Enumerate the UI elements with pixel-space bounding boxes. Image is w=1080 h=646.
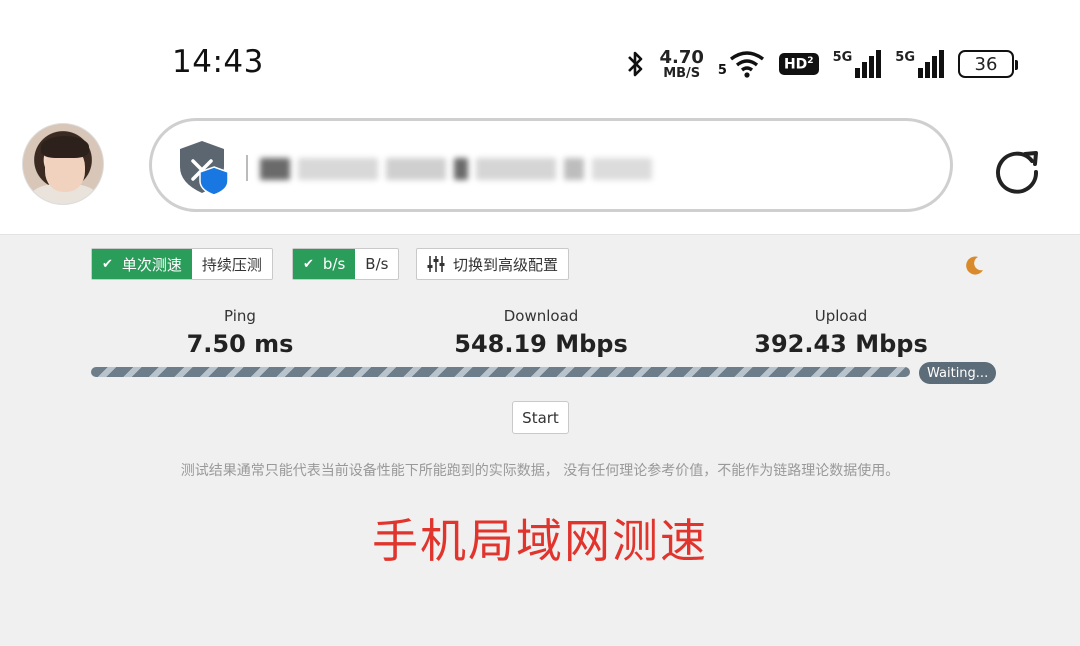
battery-level: 36 <box>974 53 998 75</box>
mode-toggle: ✔ 单次测速 持续压测 <box>91 248 273 280</box>
hd-sub: 2 <box>807 55 814 66</box>
download-metric: Download 548.19 Mbps <box>391 307 691 358</box>
net-speed-value: 4.70 <box>659 46 704 68</box>
mode-single-button[interactable]: ✔ 单次测速 <box>92 249 192 279</box>
ping-value: 7.50 ms <box>186 330 294 358</box>
speedtest-content: ✔ 单次测速 持续压测 ✔ b/s B/s 切换到高级配置 Ping 7.50 … <box>0 234 1080 646</box>
start-button[interactable]: Start <box>512 401 569 434</box>
upload-value: 392.43 Mbps <box>754 330 928 358</box>
advanced-config-button[interactable]: 切换到高级配置 <box>416 248 570 280</box>
ping-metric: Ping 7.50 ms <box>90 307 390 358</box>
moon-icon[interactable] <box>964 254 986 276</box>
bluetooth-icon <box>625 49 645 79</box>
sim2-label: 5G <box>895 50 915 65</box>
shield-icon[interactable] <box>178 139 230 195</box>
hd-label: HD <box>783 56 808 73</box>
disclaimer-text: 测试结果通常只能代表当前设备性能下所能跑到的实际数据， 没有任何理论参考价值，不… <box>180 463 900 479</box>
check-icon: ✔ <box>303 256 314 272</box>
unit-bytes-label: B/s <box>365 255 389 273</box>
status-time: 14:43 <box>172 44 264 80</box>
mode-continuous-label: 持续压测 <box>201 255 262 274</box>
upload-label: Upload <box>814 307 868 325</box>
download-label: Download <box>503 307 579 325</box>
url-text-redacted <box>260 151 652 187</box>
status-bar: 14:43 4.70 MB/S 5 HD2 5G 5G 36 <box>0 0 1080 110</box>
net-speed-unit: MB/S <box>663 65 701 81</box>
wifi-band: 5 <box>717 63 727 78</box>
avatar[interactable] <box>22 123 104 205</box>
mode-single-label: 单次测速 <box>121 255 182 274</box>
unit-bytes-button[interactable]: B/s <box>355 249 398 279</box>
signal-sim2-icon: 5G <box>895 50 944 78</box>
ping-label: Ping <box>224 307 256 325</box>
check-icon: ✔ <box>102 256 113 272</box>
hd-voice-icon: HD2 <box>778 52 819 76</box>
unit-bits-label: b/s <box>322 255 346 273</box>
url-divider <box>246 155 248 181</box>
upload-metric: Upload 392.43 Mbps <box>691 307 991 358</box>
unit-toggle: ✔ b/s B/s <box>292 248 400 280</box>
wifi-icon: 5 <box>718 50 765 78</box>
address-bar[interactable] <box>149 118 953 212</box>
reload-icon[interactable] <box>992 147 1042 197</box>
sliders-icon <box>427 256 445 272</box>
download-value: 548.19 Mbps <box>454 330 628 358</box>
sim1-label: 5G <box>832 50 853 65</box>
network-speed: 4.70 MB/S <box>659 46 704 81</box>
unit-bits-button[interactable]: ✔ b/s <box>293 249 356 279</box>
mode-continuous-button[interactable]: 持续压测 <box>192 249 272 279</box>
status-badge: Waiting... <box>919 362 997 384</box>
overlay-title: 手机局域网测速 <box>372 514 708 568</box>
signal-sim1-icon: 5G <box>833 50 882 78</box>
advanced-config-label: 切换到高级配置 <box>453 255 559 274</box>
status-icons: 4.70 MB/S 5 HD2 5G 5G 36 <box>625 44 1018 84</box>
battery-icon: 36 <box>958 50 1018 78</box>
progress-bar <box>91 367 910 377</box>
